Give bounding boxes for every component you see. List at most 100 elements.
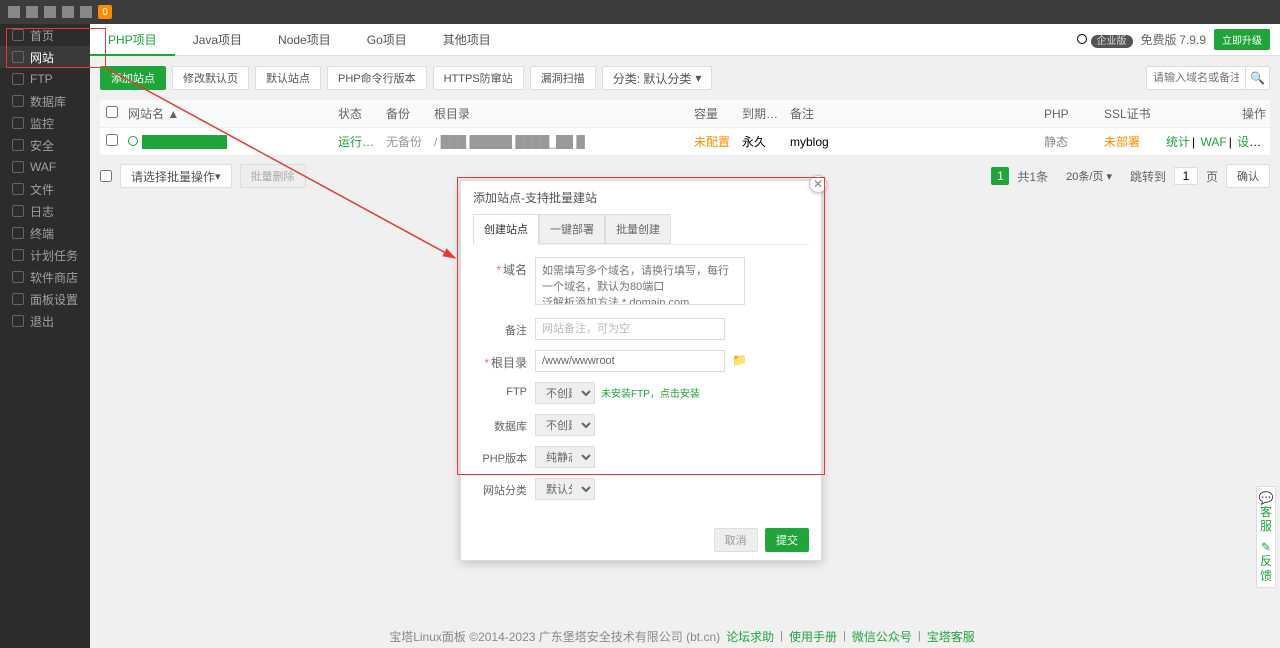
sidebar-item-waf[interactable]: WAF (0, 156, 90, 178)
float-label: 反馈 (1257, 554, 1275, 583)
root-input[interactable] (535, 350, 725, 372)
cell-php[interactable]: 静态 (1040, 133, 1100, 150)
col-name[interactable]: 网站名 ▲ (124, 105, 334, 122)
sidebar-item-terminal[interactable]: 终端 (0, 222, 90, 244)
table-row: ██████████ 运行中▶ 无备份 / ███ █████ ████_██ … (100, 128, 1270, 156)
notif-badge[interactable]: 0 (98, 5, 112, 19)
pro-tag[interactable]: 企业版 (1091, 35, 1133, 48)
side-float[interactable]: 💬 客服 ✎ 反馈 (1256, 486, 1276, 588)
op-set[interactable]: 设置 (1237, 135, 1261, 149)
float-feedback[interactable]: ✎ (1257, 540, 1275, 554)
sidebar-label: 终端 (30, 225, 54, 242)
float-service[interactable]: 💬 (1257, 491, 1275, 505)
sidebar-label: WAF (30, 160, 56, 174)
topbar-icon (62, 6, 74, 18)
cell-exp[interactable]: 永久 (738, 133, 786, 150)
footer-link[interactable]: 论坛求助 (726, 628, 774, 645)
tab-node[interactable]: Node项目 (260, 24, 349, 56)
tab-other[interactable]: 其他项目 (425, 24, 509, 56)
ftp-hint[interactable]: 未安装FTP，点击安装 (601, 389, 700, 400)
col-ops: 操作 (1160, 105, 1270, 122)
ftp-select[interactable]: 不创建 (535, 382, 595, 404)
col-root: 根目录 (430, 105, 690, 122)
op-waf[interactable]: WAF (1200, 135, 1226, 149)
db-select[interactable]: 不创建 (535, 414, 595, 436)
sidebar-item-cron[interactable]: 计划任务 (0, 244, 90, 266)
php-select[interactable]: 纯静态 (535, 446, 595, 468)
search-button[interactable]: 🔍 (1246, 66, 1270, 90)
mtab-create[interactable]: 创建站点 (473, 214, 539, 245)
batch-checkbox[interactable] (100, 170, 112, 182)
row-checkbox[interactable] (106, 134, 118, 146)
batch-delete-button[interactable]: 批量删除 (240, 164, 306, 188)
col-quota: 容量 (690, 105, 738, 122)
cancel-button[interactable]: 取消 (714, 528, 758, 552)
sidebar-label: 面板设置 (30, 291, 78, 308)
php-cli-button[interactable]: PHP命令行版本 (327, 66, 427, 90)
submit-button[interactable]: 提交 (765, 528, 809, 552)
sidebar-item-settings[interactable]: 面板设置 (0, 288, 90, 310)
default-site-button[interactable]: 默认站点 (255, 66, 321, 90)
sidebar-item-home[interactable]: 首页 (0, 24, 90, 46)
tab-java[interactable]: Java项目 (175, 24, 260, 56)
cell-quota[interactable]: 未配置 (690, 133, 738, 150)
batch-select[interactable]: 请选择批量操作 ▾ (120, 164, 232, 188)
search-icon: 🔍 (1250, 71, 1265, 85)
sidebar-item-logs[interactable]: 日志 (0, 200, 90, 222)
op-stat[interactable]: 统计 (1166, 135, 1190, 149)
folder-icon[interactable]: 📁 (732, 353, 747, 367)
sidebar-label: 软件商店 (30, 269, 78, 286)
col-status: 状态 (334, 105, 382, 122)
footer-link[interactable]: 微信公众号 (852, 628, 912, 645)
topbar-icon (8, 6, 20, 18)
category-select[interactable]: 分类: 默认分类 ▾ (602, 66, 713, 90)
tab-go[interactable]: Go项目 (349, 24, 425, 56)
page-input[interactable] (1174, 167, 1198, 185)
sidebar-item-security[interactable]: 安全 (0, 134, 90, 156)
page-unit: 页 (1206, 168, 1218, 185)
add-site-button[interactable]: 添加站点 (100, 66, 166, 90)
select-all-checkbox[interactable] (106, 106, 118, 118)
sidebar-label: 网站 (30, 49, 54, 66)
sidebar-label: 文件 (30, 181, 54, 198)
cell-name[interactable]: ██████████ (124, 135, 334, 149)
upgrade-button[interactable]: 立即升级 (1214, 29, 1270, 50)
default-page-button[interactable]: 修改默认页 (172, 66, 249, 90)
sidebar-item-site[interactable]: 网站 (0, 46, 90, 68)
scan-button[interactable]: 漏洞扫描 (530, 66, 596, 90)
page-confirm[interactable]: 确认 (1226, 164, 1270, 188)
monitor-icon (12, 117, 24, 129)
domain-input[interactable] (535, 257, 745, 305)
https-button[interactable]: HTTPS防窜站 (433, 66, 524, 90)
folder-icon (12, 183, 24, 195)
sidebar-item-ftp[interactable]: FTP (0, 68, 90, 90)
tab-php[interactable]: PHP项目 (90, 24, 175, 56)
col-exp[interactable]: 到期时间 ▾ (738, 105, 786, 122)
footer-link[interactable]: 使用手册 (789, 628, 837, 645)
sidebar-item-db[interactable]: 数据库 (0, 90, 90, 112)
col-note: 备注 (786, 105, 1040, 122)
sidebar-item-monitor[interactable]: 监控 (0, 112, 90, 134)
mtab-deploy[interactable]: 一键部署 (539, 214, 605, 244)
page-current[interactable]: 1 (991, 167, 1009, 185)
cell-ssl[interactable]: 未部署 (1100, 133, 1160, 150)
search-input[interactable] (1146, 66, 1246, 90)
waf-icon (12, 161, 24, 173)
cell-backup[interactable]: 无备份 (382, 133, 430, 150)
footer-link[interactable]: 宝塔客服 (927, 628, 975, 645)
cell-root[interactable]: / ███ █████ ████_██ █ (430, 135, 690, 149)
modal-title: 添加站点-支持批量建站 (461, 181, 821, 214)
site-table: 网站名 ▲ 状态 备份 根目录 容量 到期时间 ▾ 备注 PHP SSL证书 操… (90, 100, 1280, 156)
sidebar-item-store[interactable]: 软件商店 (0, 266, 90, 288)
sidebar-item-files[interactable]: 文件 (0, 178, 90, 200)
sidebar-label: 计划任务 (30, 247, 78, 264)
cat-select[interactable]: 默认分类 (535, 478, 595, 500)
cell-note[interactable]: myblog (786, 135, 1040, 149)
mtab-batch[interactable]: 批量创建 (605, 214, 671, 244)
page-size[interactable]: 20条/页 ▾ (1056, 164, 1122, 188)
close-icon[interactable]: ✕ (809, 175, 827, 193)
site-icon (128, 136, 138, 146)
sidebar-item-logout[interactable]: 退出 (0, 310, 90, 332)
note-input[interactable] (535, 318, 725, 340)
cell-status[interactable]: 运行中▶ (334, 133, 382, 150)
